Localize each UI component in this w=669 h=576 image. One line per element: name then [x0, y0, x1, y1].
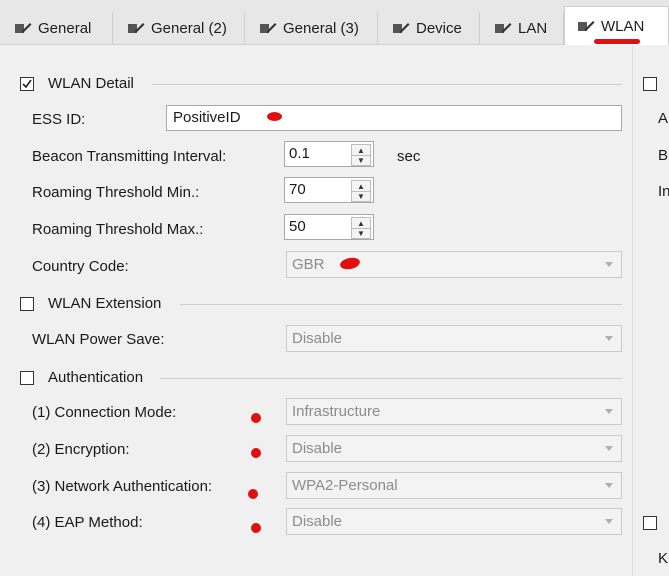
annotation-dot: [248, 489, 258, 499]
edit-icon: [578, 21, 595, 31]
tab-general-3[interactable]: General (3): [245, 12, 378, 44]
tab-device[interactable]: Device: [378, 12, 480, 44]
right-letter: B: [658, 147, 669, 164]
tab-lan[interactable]: LAN: [480, 12, 564, 44]
authentication-title: Authentication: [48, 369, 144, 386]
chevron-down-icon: [605, 409, 613, 414]
power-save-label: WLAN Power Save:: [32, 331, 165, 348]
wlan-extension-checkbox[interactable]: [20, 297, 34, 311]
wlan-extension-title: WLAN Extension: [48, 295, 162, 312]
select-value: Infrastructure: [292, 403, 381, 420]
chevron-down-icon: [605, 519, 613, 524]
connection-mode-label: (1) Connection Mode:: [32, 404, 177, 421]
tab-general[interactable]: General: [0, 12, 113, 44]
roaming-min-stepper[interactable]: 70 ▲ ▼: [284, 177, 374, 203]
authentication-checkbox[interactable]: [20, 371, 34, 385]
chevron-down-icon: [605, 336, 613, 341]
stepper-value: 0.1: [289, 145, 310, 162]
tab-label: LAN: [518, 19, 548, 37]
right-checkbox-top[interactable]: [643, 77, 657, 91]
right-panel: A B In K: [632, 45, 669, 576]
network-auth-select[interactable]: WPA2-Personal: [286, 472, 622, 499]
beacon-interval-label: Beacon Transmitting Interval:: [32, 148, 227, 165]
tab-label: General: [38, 19, 92, 37]
edit-icon: [393, 23, 410, 33]
roaming-min-label: Roaming Threshold Min.:: [32, 184, 200, 201]
stepper-buttons[interactable]: ▲ ▼: [351, 217, 371, 239]
ess-id-label: ESS ID:: [32, 111, 86, 128]
tab-label: General (3): [283, 19, 359, 37]
select-value: WPA2-Personal: [292, 477, 398, 494]
tab-label: WLAN: [601, 17, 645, 35]
country-code-select[interactable]: GBR: [286, 251, 622, 278]
annotation-mark: [267, 112, 282, 121]
roaming-max-label: Roaming Threshold Max.:: [32, 221, 204, 238]
right-letter: A: [658, 110, 669, 127]
edit-icon: [260, 23, 277, 33]
stepper-buttons[interactable]: ▲ ▼: [351, 180, 371, 202]
right-letter: In: [658, 183, 669, 200]
stepper-down-icon[interactable]: ▼: [352, 191, 370, 201]
beacon-interval-stepper[interactable]: 0.1 ▲ ▼: [284, 141, 374, 167]
select-value: GBR: [292, 256, 325, 273]
check-icon: [22, 79, 32, 89]
tab-general-2[interactable]: General (2): [113, 12, 245, 44]
annotation-underline: [594, 39, 640, 44]
country-code-label: Country Code:: [32, 258, 129, 275]
beacon-unit: sec: [397, 148, 421, 165]
encryption-select[interactable]: Disable: [286, 435, 622, 462]
tab-bar: General General (2) General (3) Device L…: [0, 0, 669, 45]
chevron-down-icon: [605, 446, 613, 451]
eap-method-label: (4) EAP Method:: [32, 514, 143, 531]
wlan-detail-title: WLAN Detail: [48, 75, 134, 92]
stepper-down-icon[interactable]: ▼: [352, 155, 370, 165]
tab-label: Device: [416, 19, 462, 37]
stepper-value: 50: [289, 218, 306, 235]
tab-label: General (2): [151, 19, 227, 37]
stepper-buttons[interactable]: ▲ ▼: [351, 144, 371, 166]
annotation-dot: [251, 413, 261, 423]
select-value: Disable: [292, 513, 343, 530]
group-divider: [152, 84, 622, 85]
network-auth-label: (3) Network Authentication:: [32, 478, 213, 495]
chevron-down-icon: [605, 262, 613, 267]
right-checkbox-bottom[interactable]: [643, 516, 657, 530]
right-letter: K: [658, 550, 669, 567]
stepper-value: 70: [289, 181, 306, 198]
wlan-detail-checkbox[interactable]: [20, 77, 34, 91]
annotation-dot: [251, 523, 261, 533]
ess-id-input[interactable]: PositiveID: [166, 105, 622, 131]
select-value: Disable: [292, 440, 343, 457]
connection-mode-select[interactable]: Infrastructure: [286, 398, 622, 425]
chevron-down-icon: [605, 483, 613, 488]
annotation-dot: [251, 448, 261, 458]
eap-method-select[interactable]: Disable: [286, 508, 622, 535]
encryption-label: (2) Encryption:: [32, 441, 130, 458]
edit-icon: [495, 23, 512, 33]
group-divider: [180, 304, 622, 305]
roaming-max-stepper[interactable]: 50 ▲ ▼: [284, 214, 374, 240]
select-value: Disable: [292, 330, 343, 347]
edit-icon: [15, 23, 32, 33]
group-divider: [160, 378, 622, 379]
power-save-select[interactable]: Disable: [286, 325, 622, 352]
edit-icon: [128, 23, 145, 33]
stepper-down-icon[interactable]: ▼: [352, 228, 370, 238]
